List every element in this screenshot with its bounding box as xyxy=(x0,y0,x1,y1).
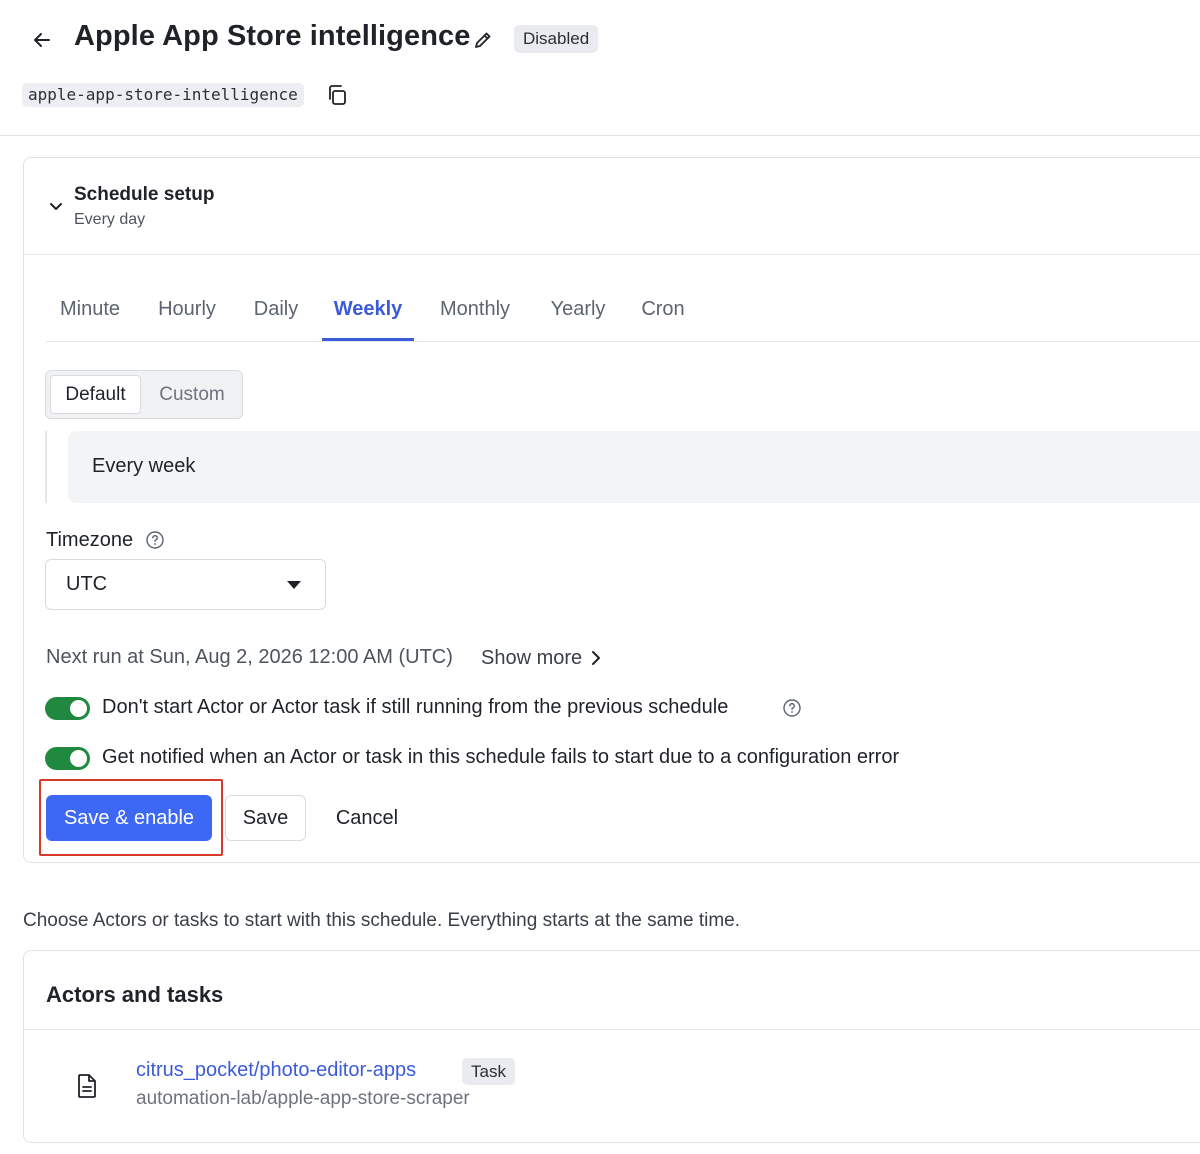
schedule-slug: apple-app-store-intelligence xyxy=(22,83,304,107)
status-badge: Disabled xyxy=(514,25,599,53)
tab-monthly[interactable]: Monthly xyxy=(428,284,522,341)
actors-card xyxy=(23,950,1200,1143)
collapse-schedule-button[interactable] xyxy=(44,194,68,218)
pencil-icon xyxy=(473,30,493,50)
timezone-select[interactable]: UTC xyxy=(45,559,326,610)
tab-hourly[interactable]: Hourly xyxy=(146,284,228,341)
frequency-summary-text: Every week xyxy=(92,455,196,477)
mode-custom-option[interactable]: Custom xyxy=(144,375,240,414)
toggle-knob xyxy=(70,750,87,767)
skip-if-running-toggle[interactable] xyxy=(45,697,90,720)
frequency-tabs: Minute Hourly Daily Weekly Monthly Yearl… xyxy=(46,284,1200,342)
tab-daily[interactable]: Daily xyxy=(242,284,310,341)
mode-default-option[interactable]: Default xyxy=(50,375,141,414)
chevron-right-icon xyxy=(582,649,602,667)
task-type-badge: Task xyxy=(462,1058,515,1085)
copy-slug-button[interactable] xyxy=(326,84,348,106)
actors-intro-text: Choose Actors or tasks to start with thi… xyxy=(23,910,741,931)
timezone-value: UTC xyxy=(66,573,108,595)
page-title: Apple App Store intelligence xyxy=(74,20,471,52)
header-divider xyxy=(0,135,1200,136)
schedule-summary: Every day xyxy=(74,211,146,228)
skip-if-running-label: Don't start Actor or Actor task if still… xyxy=(102,696,729,718)
mode-segmented-control: Default Custom xyxy=(45,370,243,419)
task-actor-source: automation-lab/apple-app-store-scraper xyxy=(136,1088,470,1109)
arrow-left-icon xyxy=(32,30,52,50)
tab-yearly[interactable]: Yearly xyxy=(538,284,618,341)
next-run-text: Next run at Sun, Aug 2, 2026 12:00 AM (U… xyxy=(46,646,453,668)
toggle-knob xyxy=(70,700,87,717)
caret-down-icon xyxy=(287,581,301,589)
document-icon xyxy=(75,1073,99,1099)
edit-title-button[interactable] xyxy=(470,27,496,53)
timezone-help-icon[interactable] xyxy=(145,530,165,550)
frequency-rule-line xyxy=(45,431,47,503)
show-more-label: Show more xyxy=(481,646,583,669)
notify-on-failure-toggle[interactable] xyxy=(45,747,90,770)
actors-card-title: Actors and tasks xyxy=(46,982,224,1007)
chevron-down-icon xyxy=(44,194,68,218)
copy-icon xyxy=(326,84,348,106)
back-button[interactable] xyxy=(26,24,58,56)
show-more-link[interactable]: Show more xyxy=(481,646,602,670)
actors-card-divider xyxy=(24,1029,1200,1030)
tab-weekly[interactable]: Weekly xyxy=(322,284,414,341)
tab-minute[interactable]: Minute xyxy=(46,284,134,341)
cancel-button[interactable]: Cancel xyxy=(320,795,414,841)
task-link[interactable]: citrus_pocket/photo-editor-apps xyxy=(136,1059,416,1082)
frequency-summary-box xyxy=(68,431,1200,503)
card-header-divider xyxy=(24,254,1200,255)
notify-on-failure-label: Get notified when an Actor or task in th… xyxy=(102,746,900,768)
save-button[interactable]: Save xyxy=(225,795,306,841)
skip-help-icon[interactable] xyxy=(782,698,802,718)
save-and-enable-button[interactable]: Save & enable xyxy=(46,795,212,841)
schedule-setup-title: Schedule setup xyxy=(74,184,215,205)
timezone-label: Timezone xyxy=(46,529,134,551)
tab-cron[interactable]: Cron xyxy=(632,284,694,341)
